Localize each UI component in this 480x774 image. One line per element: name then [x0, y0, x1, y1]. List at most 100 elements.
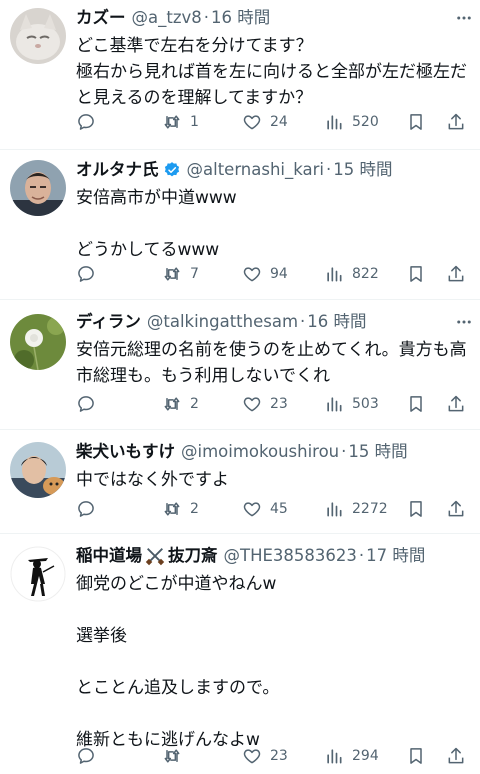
- reply-button[interactable]: [76, 746, 96, 766]
- views-button[interactable]: 822: [324, 264, 379, 284]
- bookmark-icon: [410, 266, 422, 282]
- tweet[interactable]: ディラン @talkingatthesam · 16 時間 安倍元総理の名前を使…: [0, 300, 480, 430]
- avatar[interactable]: [10, 546, 66, 602]
- bookmark-button[interactable]: [406, 112, 426, 132]
- views-button[interactable]: 503: [324, 394, 379, 414]
- share-button[interactable]: [446, 499, 466, 519]
- action-bar: 2 23 503: [76, 392, 472, 416]
- reply-icon: [78, 748, 94, 764]
- heart-icon: [243, 115, 261, 130]
- retweet-icon: [164, 502, 180, 516]
- timestamp[interactable]: 16 時間: [211, 6, 270, 30]
- heart-icon: [243, 749, 261, 764]
- timestamp[interactable]: 16 時間: [307, 310, 366, 334]
- separator: ·: [326, 160, 332, 179]
- heart-icon: [243, 397, 261, 412]
- tweet[interactable]: カズー @a_tzv8 · 16 時間 どこ基準で左右を分けてます？ 極右から見…: [0, 0, 480, 150]
- retweet-button[interactable]: 2: [162, 499, 199, 519]
- user-handle[interactable]: @THE38583623: [224, 544, 357, 568]
- bookmark-icon: [410, 396, 422, 412]
- action-bar: 23 294: [76, 744, 472, 768]
- display-name[interactable]: カズー: [76, 6, 126, 30]
- retweet-button[interactable]: 2: [162, 394, 199, 414]
- reply-button[interactable]: [76, 112, 96, 132]
- view-count: 520: [352, 114, 379, 130]
- retweet-button[interactable]: [162, 746, 190, 766]
- share-icon: [448, 747, 464, 764]
- timestamp[interactable]: 17 時間: [366, 544, 425, 568]
- display-name[interactable]: 稲中道場: [76, 544, 142, 568]
- like-button[interactable]: 45: [242, 499, 288, 519]
- share-button[interactable]: [446, 746, 466, 766]
- views-icon: [327, 397, 342, 412]
- display-name[interactable]: 柴犬いもすけ: [76, 440, 175, 464]
- bookmark-button[interactable]: [406, 394, 426, 414]
- like-count: 23: [270, 748, 288, 764]
- crossed-swords-icon: [145, 548, 165, 566]
- bookmark-button[interactable]: [406, 746, 426, 766]
- like-button[interactable]: 23: [242, 746, 288, 766]
- tweet-header: 稲中道場 抜刀斎 @THE38583623 · 17 時間: [76, 544, 472, 568]
- reply-icon: [78, 266, 94, 282]
- tweet-text: 安倍高市が中道www どうかしてるwww: [76, 188, 237, 260]
- retweet-button[interactable]: 1: [162, 112, 199, 132]
- share-icon: [448, 500, 464, 517]
- retweet-count: 2: [190, 396, 199, 412]
- display-name[interactable]: オルタナ氏: [76, 158, 159, 182]
- user-handle[interactable]: @alternashi_kari: [187, 158, 325, 182]
- display-name-suffix[interactable]: 抜刀斎: [168, 544, 218, 568]
- more-options-icon[interactable]: [454, 6, 474, 30]
- action-bar: 1 24 520: [76, 110, 472, 134]
- avatar[interactable]: [10, 8, 66, 64]
- share-button[interactable]: [446, 264, 466, 284]
- like-button[interactable]: 24: [242, 112, 288, 132]
- share-button[interactable]: [446, 394, 466, 414]
- retweet-icon: [164, 267, 180, 281]
- like-button[interactable]: 23: [242, 394, 288, 414]
- bookmark-icon: [410, 501, 422, 517]
- share-button[interactable]: [446, 112, 466, 132]
- separator: ·: [203, 8, 210, 27]
- bookmark-button[interactable]: [406, 499, 426, 519]
- bookmark-button[interactable]: [406, 264, 426, 284]
- separator: ·: [300, 312, 306, 331]
- display-name[interactable]: ディラン: [76, 310, 141, 334]
- bookmark-icon: [410, 114, 422, 130]
- views-button[interactable]: 294: [324, 746, 379, 766]
- retweet-count: 1: [190, 114, 199, 130]
- share-icon: [448, 395, 464, 412]
- retweet-button[interactable]: 7: [162, 264, 199, 284]
- like-button[interactable]: 94: [242, 264, 288, 284]
- separator: ·: [358, 546, 365, 565]
- views-icon: [327, 115, 342, 130]
- tweet[interactable]: オルタナ氏 @alternashi_kari · 15 時間 安倍高市が中道ww…: [0, 150, 480, 300]
- view-count: 2272: [352, 501, 388, 517]
- user-handle[interactable]: @talkingatthesam: [147, 310, 298, 334]
- more-options-icon[interactable]: [454, 310, 474, 334]
- like-count: 94: [270, 266, 288, 282]
- like-count: 24: [270, 114, 288, 130]
- tweet[interactable]: 稲中道場 抜刀斎 @THE38583623 · 17 時間 御党のどこが中道やね…: [0, 534, 480, 774]
- timestamp[interactable]: 15 時間: [348, 440, 407, 464]
- timestamp[interactable]: 15 時間: [333, 158, 392, 182]
- reply-button[interactable]: [76, 264, 96, 284]
- views-button[interactable]: 520: [324, 112, 379, 132]
- reply-icon: [78, 114, 94, 130]
- user-handle[interactable]: @imoimokoushirou: [181, 440, 339, 464]
- tweet-header: ディラン @talkingatthesam · 16 時間: [76, 310, 472, 334]
- tweet-text: どこ基準で左右を分けてます？ 極右から見れば首を左に向けると全部が左だ極左だと見…: [76, 36, 467, 108]
- avatar[interactable]: [10, 314, 66, 370]
- reply-button[interactable]: [76, 394, 96, 414]
- reply-button[interactable]: [76, 499, 96, 519]
- tweet-header: オルタナ氏 @alternashi_kari · 15 時間: [76, 158, 472, 182]
- separator: ·: [341, 442, 347, 461]
- retweet-count: 7: [190, 266, 199, 282]
- views-icon: [327, 502, 342, 517]
- view-count: 503: [352, 396, 379, 412]
- verified-badge-icon: [164, 162, 179, 177]
- views-button[interactable]: 2272: [324, 499, 388, 519]
- avatar[interactable]: [10, 442, 66, 498]
- avatar[interactable]: [10, 160, 66, 216]
- user-handle[interactable]: @a_tzv8: [132, 6, 202, 30]
- tweet[interactable]: 柴犬いもすけ @imoimokoushirou · 15 時間 中ではなく外です…: [0, 430, 480, 534]
